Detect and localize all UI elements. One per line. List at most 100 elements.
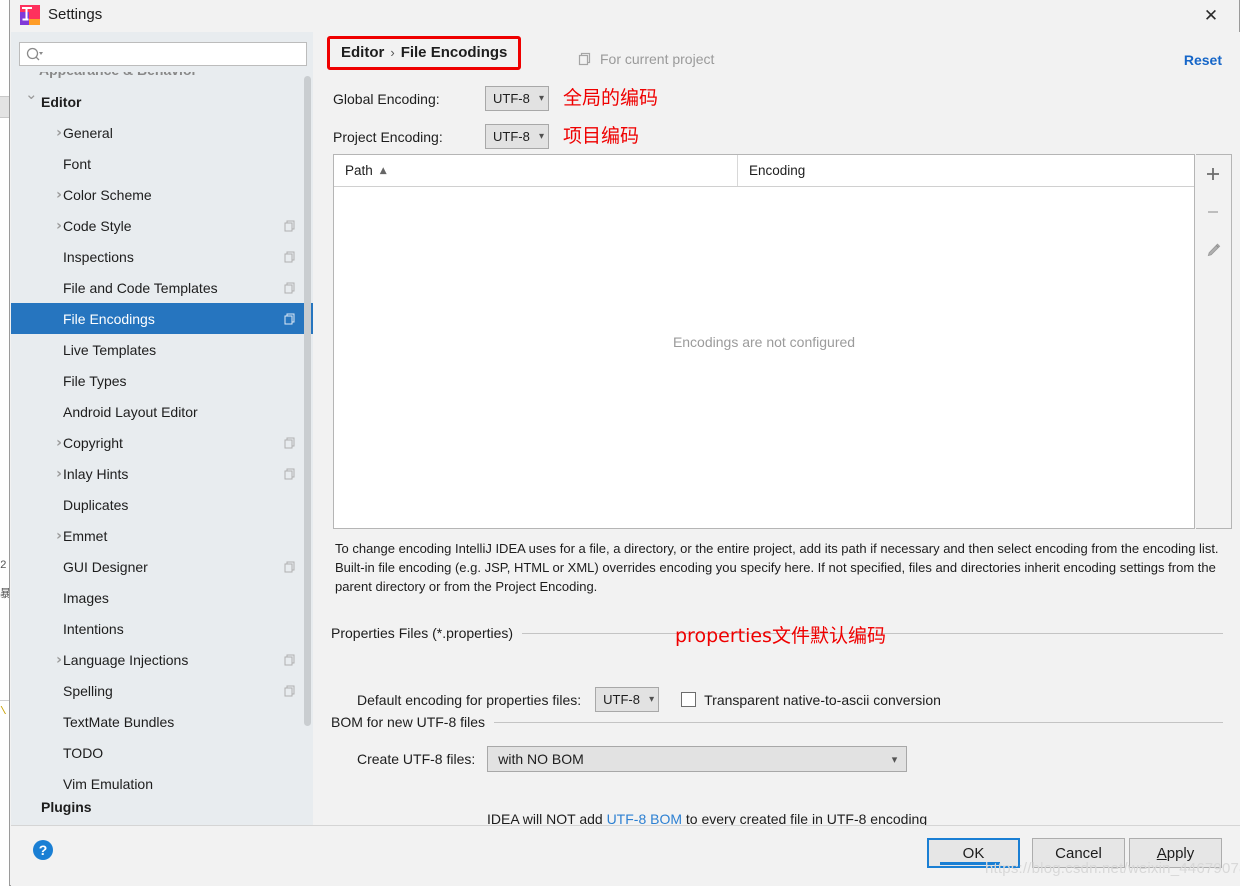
sidebar-item-label: File and Code Templates <box>63 279 218 296</box>
apply-button[interactable]: Apply <box>1129 838 1222 868</box>
bom-section-title: BOM for new UTF-8 files <box>331 714 486 730</box>
sidebar-item-duplicates[interactable]: Duplicates <box>11 489 313 520</box>
dialog-footer: ? OK Cancel Apply <box>11 825 1240 886</box>
project-encoding-value: UTF-8 <box>493 129 530 144</box>
project-scope-icon <box>284 220 295 231</box>
default-properties-encoding-row: Default encoding for properties files: U… <box>357 687 941 712</box>
global-encoding-dropdown[interactable]: UTF-8 ▾ <box>485 86 549 111</box>
sidebar-item-label: Intentions <box>63 620 124 637</box>
edit-row-button[interactable] <box>1196 231 1230 269</box>
project-encoding-row: Project Encoding: UTF-8 ▾ <box>333 124 549 149</box>
chevron-down-icon: ▾ <box>891 752 898 766</box>
breadcrumb-parent[interactable]: Editor <box>341 44 384 61</box>
close-icon[interactable]: ✕ <box>1191 2 1231 30</box>
project-scope-icon <box>284 251 295 262</box>
sidebar-item-file-encodings[interactable]: File Encodings <box>11 303 313 334</box>
chevron-right-icon[interactable]: › <box>53 653 65 667</box>
sidebar-item-editor[interactable]: ⌄ Editor <box>11 86 313 117</box>
project-encoding-annotation: 项目编码 <box>563 125 640 147</box>
project-scope-icon <box>284 313 295 324</box>
sidebar-item-label: File Types <box>63 372 127 389</box>
project-encoding-dropdown[interactable]: UTF-8 ▾ <box>485 124 549 149</box>
search-input[interactable] <box>48 45 304 65</box>
apply-button-mnemonic: A <box>1156 844 1167 862</box>
chevron-right-icon[interactable]: › <box>53 188 65 202</box>
project-scope-icon <box>284 282 295 293</box>
apply-button-label-rest: pply <box>1166 844 1195 862</box>
sidebar-item-language-injections[interactable]: › Language Injections <box>11 644 313 675</box>
sidebar-item-general[interactable]: › General <box>11 117 313 148</box>
sidebar-item-live-templates[interactable]: Live Templates <box>11 334 313 365</box>
tree-item-label: Appearance & Behavior <box>39 72 197 78</box>
transparent-native-to-ascii-checkbox[interactable] <box>681 692 697 707</box>
settings-content-panel: Editor › File Encodings For current projec… <box>313 32 1240 827</box>
help-button[interactable]: ? <box>33 840 53 860</box>
search-field[interactable] <box>19 42 307 66</box>
bom-section-header: BOM for new UTF-8 files <box>331 714 1223 730</box>
for-current-project-label: For current project <box>600 51 715 67</box>
add-row-button[interactable] <box>1196 155 1230 193</box>
create-utf8-files-label: Create UTF-8 files: <box>357 751 476 767</box>
project-scope-icon <box>284 437 295 448</box>
encodings-table[interactable]: Path ▲ Encoding Encodings are not config… <box>333 154 1195 529</box>
sidebar-item-font[interactable]: Font <box>11 148 313 179</box>
sidebar-item-label: Emmet <box>63 527 108 544</box>
chevron-down-icon: ▾ <box>538 131 544 142</box>
table-toolbar <box>1196 154 1232 529</box>
sidebar-item-intentions[interactable]: Intentions <box>11 613 313 644</box>
sidebar-item-copyright[interactable]: › Copyright <box>11 427 313 458</box>
cancel-button[interactable]: Cancel <box>1032 838 1125 868</box>
sidebar-item-label: TODO <box>63 744 104 761</box>
sidebar-scrollbar[interactable] <box>304 76 311 726</box>
sidebar-item-images[interactable]: Images <box>11 582 313 613</box>
chevron-down-icon[interactable]: ⌄ <box>25 87 38 102</box>
settings-sidebar: Appearance & Behavior ⌄Editor›GeneralFon… <box>11 32 313 825</box>
sidebar-item-todo[interactable]: TODO <box>11 737 313 768</box>
sidebar-item-file-and-code-templates[interactable]: File and Code Templates <box>11 272 313 303</box>
global-encoding-annotation: 全局的编码 <box>563 87 659 109</box>
sidebar-item-color-scheme[interactable]: › Color Scheme <box>11 179 313 210</box>
sidebar-item-android-layout-editor[interactable]: Android Layout Editor <box>11 396 313 427</box>
sidebar-item-inlay-hints[interactable]: › Inlay Hints <box>11 458 313 489</box>
sidebar-item-label: File Encodings <box>63 310 155 327</box>
chevron-down-icon: ▾ <box>538 93 544 104</box>
project-scope-icon <box>284 561 295 572</box>
properties-section-title: Properties Files (*.properties) <box>331 625 514 641</box>
sidebar-item-plugins[interactable]: Plugins <box>11 799 313 815</box>
encodings-description: To change encoding IntelliJ IDEA uses fo… <box>335 541 1219 594</box>
sidebar-item-vim-emulation[interactable]: Vim Emulation <box>11 768 313 799</box>
sidebar-item-label: Inlay Hints <box>63 465 129 482</box>
dialog-title: Settings <box>48 6 103 23</box>
chevron-right-icon[interactable]: › <box>53 219 65 233</box>
sidebar-item-spelling[interactable]: Spelling <box>11 675 313 706</box>
sidebar-item-file-types[interactable]: File Types <box>11 365 313 396</box>
chevron-right-icon[interactable]: › <box>53 467 65 481</box>
sidebar-item-textmate-bundles[interactable]: TextMate Bundles <box>11 706 313 737</box>
default-properties-encoding-value: UTF-8 <box>603 692 640 707</box>
reset-link[interactable]: Reset <box>1184 52 1222 68</box>
sidebar-item-gui-designer[interactable]: GUI Designer <box>11 551 313 582</box>
create-utf8-files-value: with NO BOM <box>498 751 584 767</box>
chevron-right-icon[interactable]: › <box>53 126 65 140</box>
sidebar-item-inspections[interactable]: Inspections <box>11 241 313 272</box>
breadcrumb-separator: › <box>390 45 395 60</box>
sidebar-item-label: Android Layout Editor <box>63 403 198 420</box>
default-properties-encoding-label: Default encoding for properties files: <box>357 691 582 708</box>
project-scope-icon <box>578 52 591 66</box>
sidebar-item-label: Vim Emulation <box>63 775 154 792</box>
default-properties-encoding-dropdown[interactable]: UTF-8 ▾ <box>595 687 660 712</box>
sidebar-item-label: Code Style <box>63 217 132 234</box>
search-icon <box>26 47 43 61</box>
sidebar-item-label: Inspections <box>63 248 134 265</box>
remove-row-button[interactable] <box>1196 193 1230 231</box>
chevron-right-icon[interactable]: › <box>53 436 65 450</box>
create-utf8-files-dropdown[interactable]: with NO BOM ▾ <box>487 746 908 772</box>
chevron-right-icon[interactable]: › <box>53 529 65 543</box>
sidebar-item-emmet[interactable]: › Emmet <box>11 520 313 551</box>
properties-section-annotation: properties文件默认编码 <box>675 625 886 647</box>
sidebar-item-code-style[interactable]: › Code Style <box>11 210 313 241</box>
tree-item-partial-top[interactable]: Appearance & Behavior <box>11 72 313 86</box>
global-encoding-value: UTF-8 <box>493 91 530 106</box>
sidebar-item-label: Copyright <box>63 434 123 451</box>
settings-tree[interactable]: Appearance & Behavior ⌄Editor›GeneralFon… <box>11 72 313 825</box>
